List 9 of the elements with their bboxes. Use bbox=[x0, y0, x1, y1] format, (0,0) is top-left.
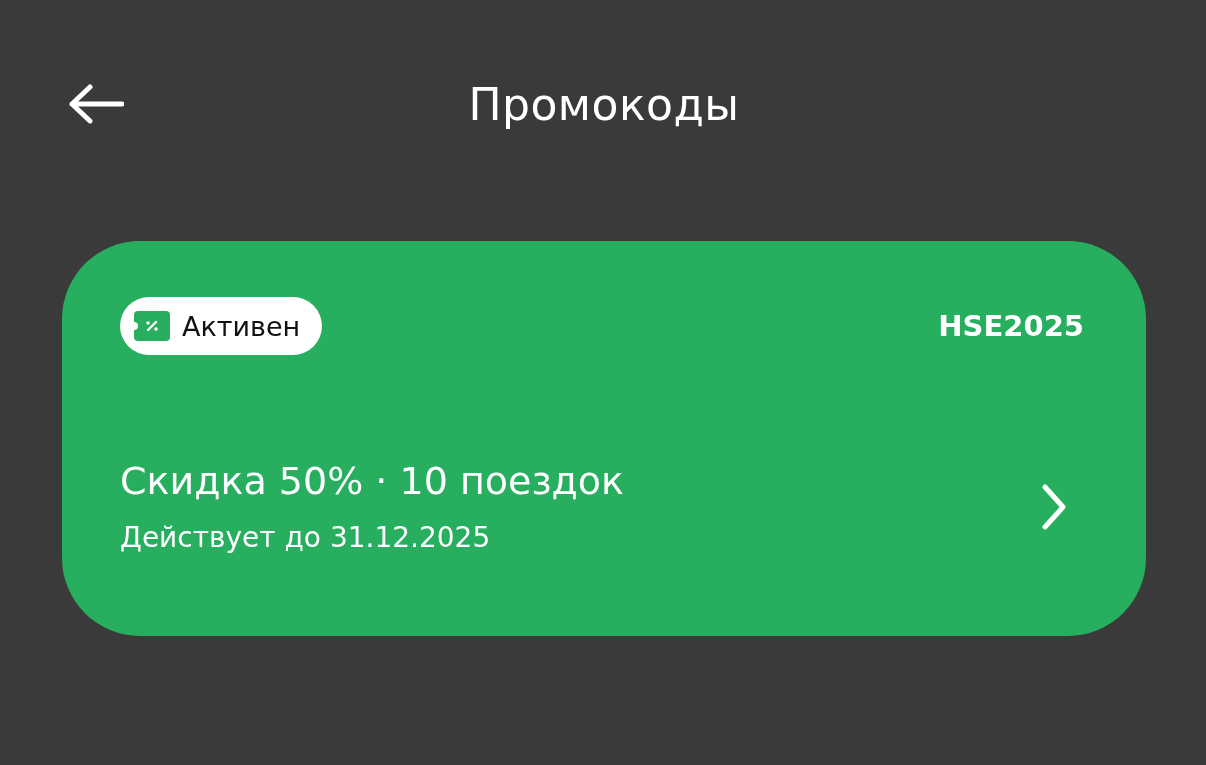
promo-card[interactable]: Активен HSE2025 Скидка 50% · 10 поездок Действует до 31.12.2025 bbox=[62, 241, 1146, 636]
status-badge: Активен bbox=[120, 297, 323, 355]
coupon-icon bbox=[134, 311, 170, 341]
chevron-right-icon bbox=[1042, 483, 1066, 530]
screen-title: Промокоды bbox=[468, 78, 740, 130]
promo-code: HSE2025 bbox=[938, 309, 1084, 343]
validity-text: Действует до 31.12.2025 bbox=[120, 521, 492, 554]
promo-title: Скидка 50% · 10 поездок bbox=[120, 459, 625, 503]
back-arrow-icon[interactable] bbox=[68, 84, 124, 124]
